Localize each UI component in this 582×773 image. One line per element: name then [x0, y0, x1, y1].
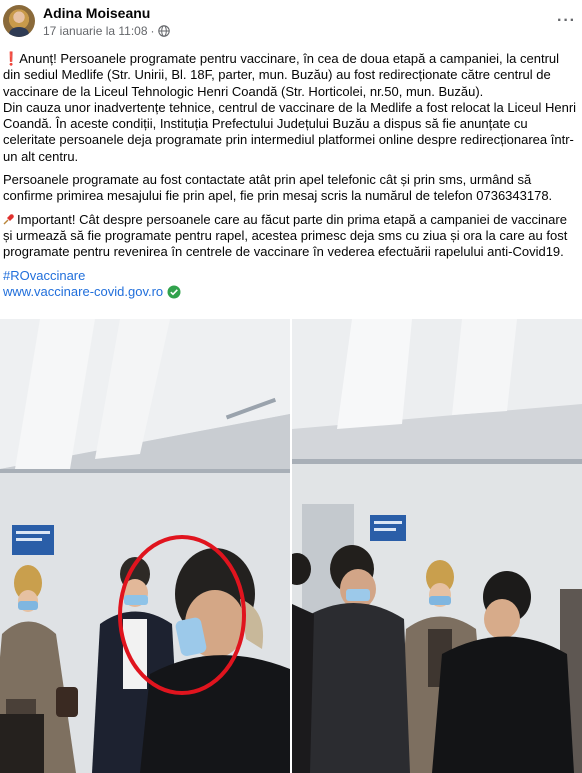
- meta-separator: ·: [150, 24, 155, 38]
- paragraph-3-text: Important! Cât despre persoanele care au…: [3, 211, 568, 260]
- avatar[interactable]: [3, 5, 35, 37]
- paragraph-important: Important! Cât despre persoanele care au…: [3, 212, 579, 261]
- post-header: Adina Moiseanu 17 ianuarie la 11:08 · ··…: [0, 0, 582, 42]
- check-circle-icon: [167, 285, 181, 299]
- post-photos: [0, 319, 582, 773]
- post-body: ❗Anunț! Persoanele programate pentru vac…: [3, 51, 579, 300]
- paragraph-1b-text: Din cauza unor inadvertențe tehnice, cen…: [3, 99, 577, 164]
- more-options-icon[interactable]: ···: [557, 12, 576, 30]
- pushpin-icon: [3, 213, 15, 225]
- exclamation-icon: ❗: [3, 51, 20, 66]
- post-meta: 17 ianuarie la 11:08 ·: [43, 24, 170, 38]
- website-line: www.vaccinare-covid.gov.ro: [3, 284, 579, 300]
- paragraph-1-text: Anunț! Persoanele programate pentru vacc…: [3, 51, 560, 99]
- hashtag-link[interactable]: #ROvaccinare: [3, 268, 579, 284]
- photo-left[interactable]: [0, 319, 290, 773]
- globe-icon: [157, 25, 170, 37]
- paragraph-contact: Persoanele programate au fost contactate…: [3, 172, 553, 204]
- author-name[interactable]: Adina Moiseanu: [43, 5, 150, 21]
- paragraph-announcement: ❗Anunț! Persoanele programate pentru vac…: [3, 51, 579, 165]
- photo-right[interactable]: [292, 319, 582, 773]
- website-link[interactable]: www.vaccinare-covid.gov.ro: [3, 284, 163, 300]
- timestamp[interactable]: 17 ianuarie la 11:08: [43, 24, 148, 38]
